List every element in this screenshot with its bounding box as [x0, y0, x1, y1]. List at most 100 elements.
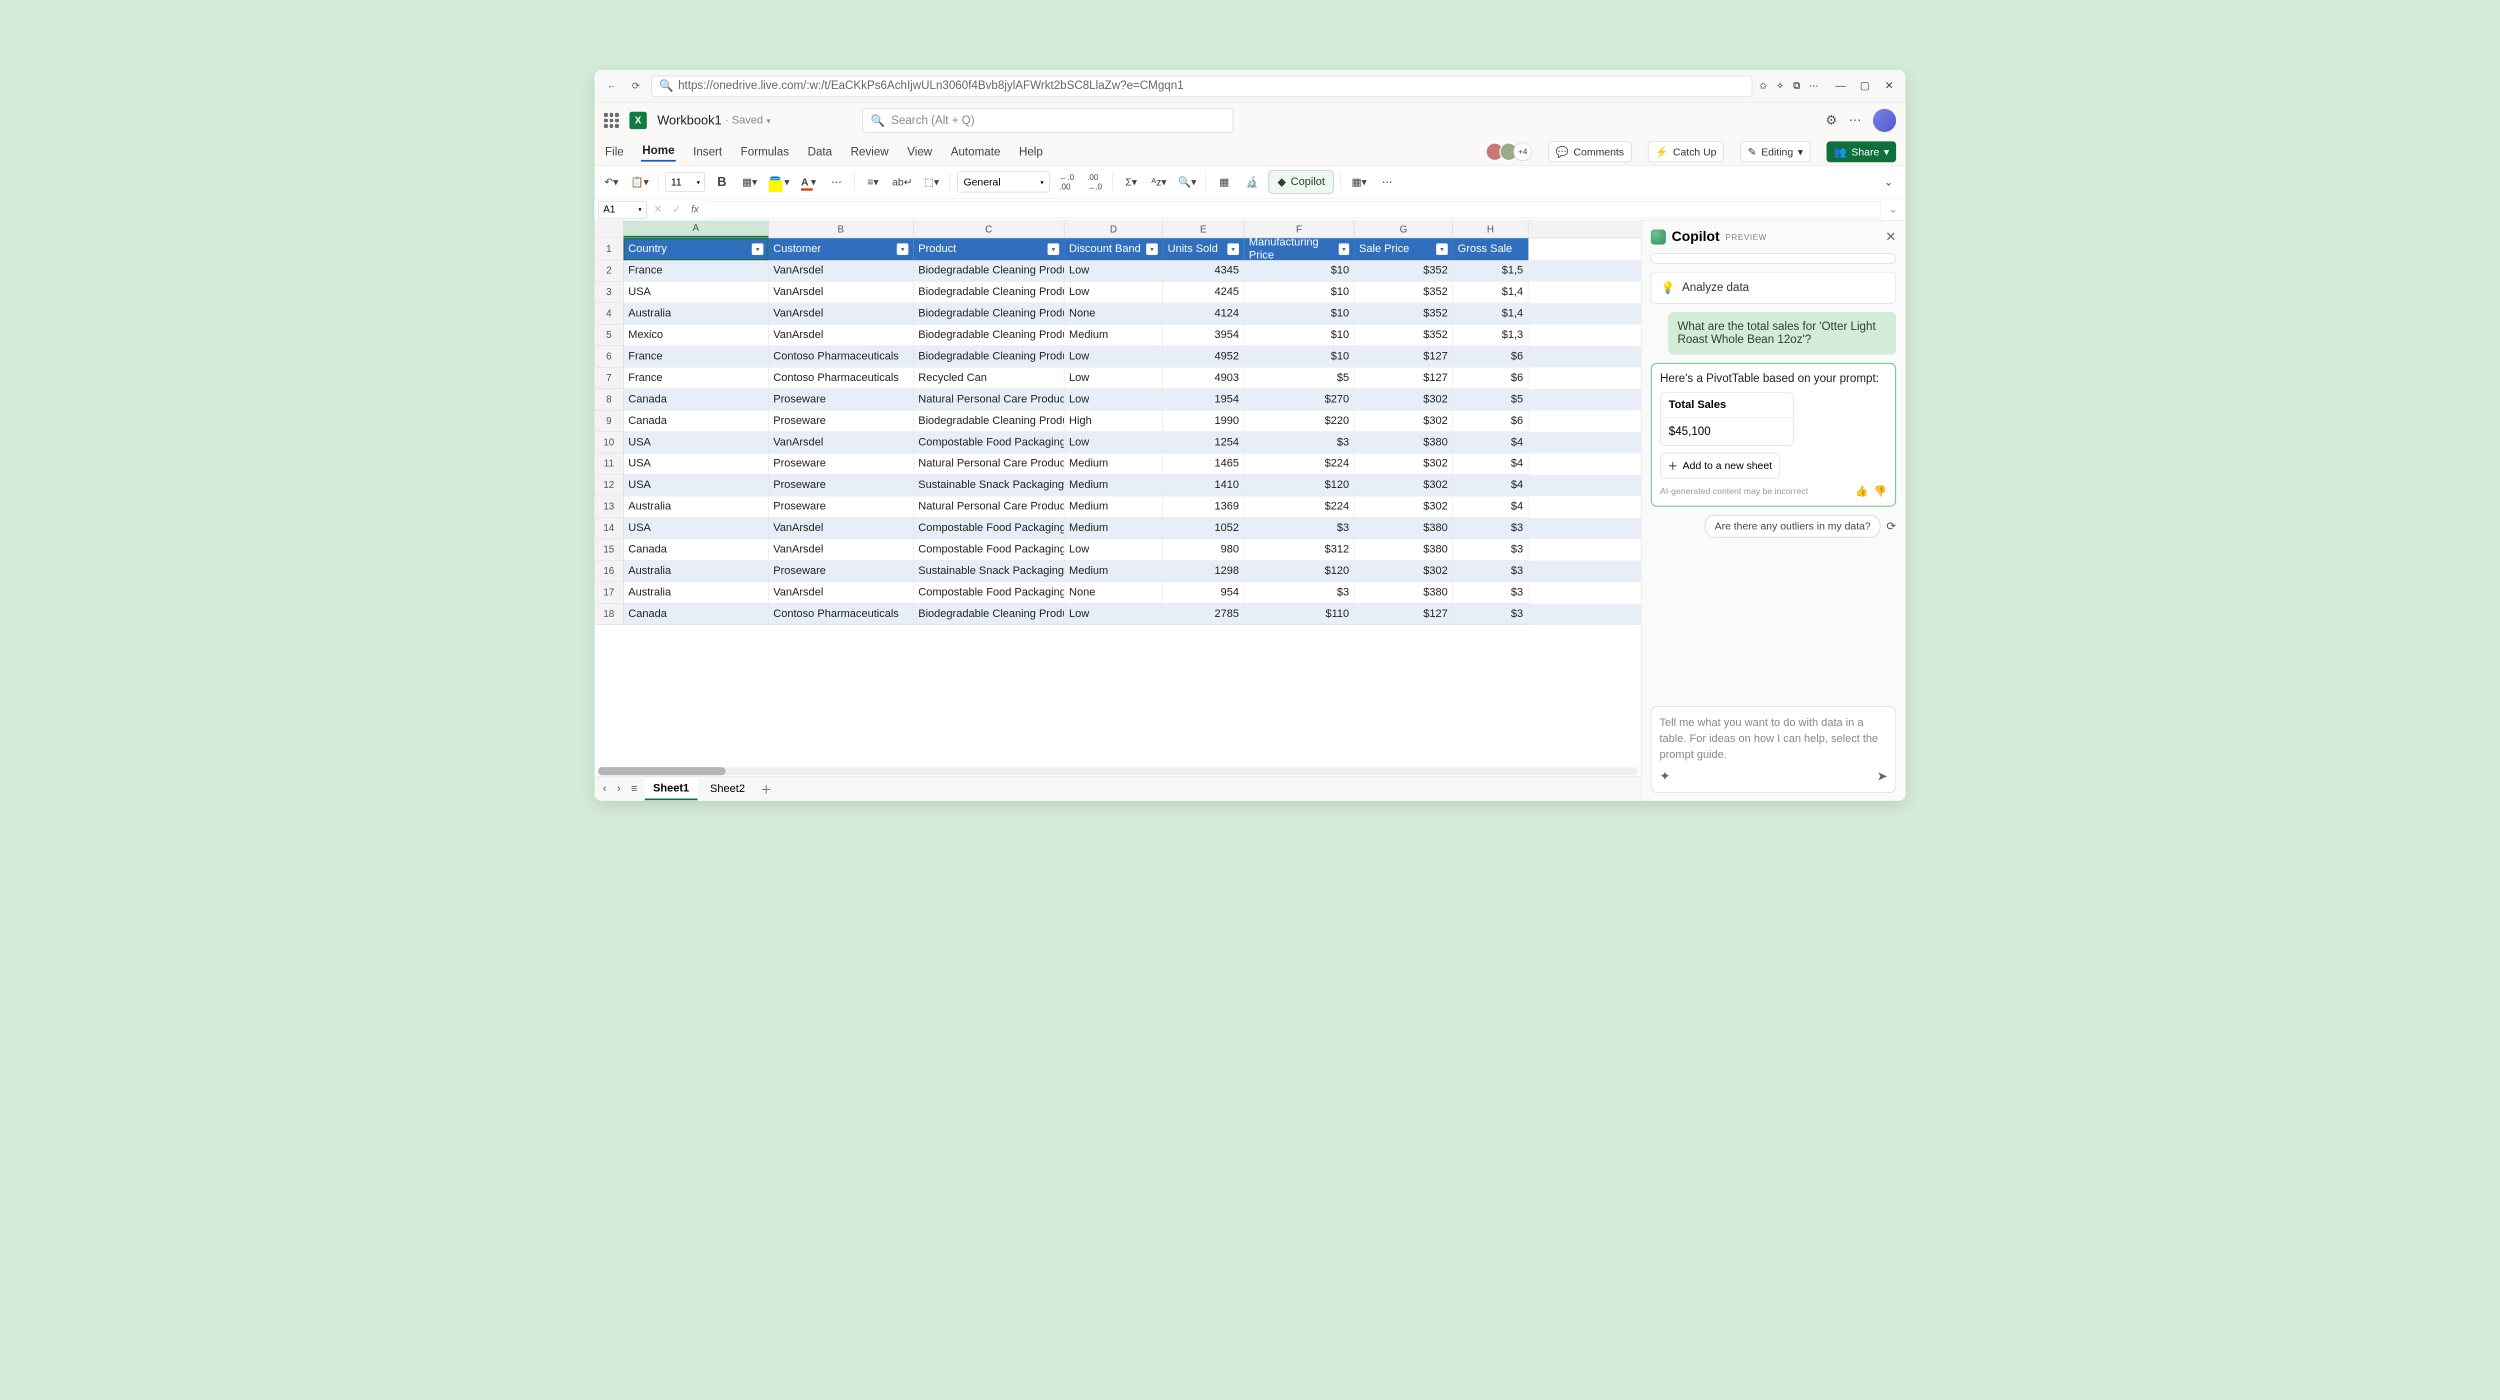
- app-launcher-icon[interactable]: [604, 113, 619, 128]
- cell[interactable]: 1369: [1163, 496, 1244, 517]
- cell[interactable]: Biodegradable Cleaning Products: [914, 325, 1065, 346]
- table-header-cell[interactable]: Product▾: [914, 238, 1065, 260]
- column-header[interactable]: A: [624, 221, 769, 238]
- table-header-cell[interactable]: Units Sold▾: [1163, 238, 1244, 260]
- column-header[interactable]: H: [1453, 221, 1528, 238]
- cell[interactable]: USA: [624, 282, 769, 303]
- comments-button[interactable]: 💬 Comments: [1548, 141, 1631, 162]
- cell[interactable]: $270: [1244, 389, 1354, 410]
- cell[interactable]: $10: [1244, 346, 1354, 367]
- cell[interactable]: $380: [1354, 432, 1453, 453]
- cell[interactable]: USA: [624, 518, 769, 539]
- cell[interactable]: 1052: [1163, 518, 1244, 539]
- bold-button[interactable]: B: [711, 171, 733, 193]
- table-header-cell[interactable]: Customer▾: [769, 238, 914, 260]
- back-icon[interactable]: ←: [603, 77, 620, 94]
- ribbon-tab-view[interactable]: View: [906, 143, 933, 161]
- cell[interactable]: VanArsdel: [769, 325, 914, 346]
- row-header[interactable]: 17: [595, 582, 624, 603]
- table-header-cell[interactable]: Sale Price▾: [1354, 238, 1453, 260]
- cell[interactable]: Biodegradable Cleaning Products: [914, 410, 1065, 431]
- find-button[interactable]: 🔍▾: [1176, 171, 1199, 193]
- cell[interactable]: $127: [1354, 368, 1453, 389]
- filter-icon[interactable]: ▾: [897, 243, 909, 255]
- search-input[interactable]: 🔍 Search (Alt + Q): [862, 108, 1233, 132]
- borders-button[interactable]: ▦▾: [739, 171, 761, 193]
- cell[interactable]: $302: [1354, 496, 1453, 517]
- row-header[interactable]: 7: [595, 368, 624, 389]
- analyze-data-button[interactable]: 💡 Analyze data: [1651, 272, 1896, 304]
- sheet-nav-prev-icon[interactable]: ‹: [599, 780, 610, 797]
- cell[interactable]: Low: [1064, 389, 1163, 410]
- cell[interactable]: Biodegradable Cleaning Products: [914, 346, 1065, 367]
- formula-expand-icon[interactable]: ⌄: [1884, 204, 1902, 216]
- fill-color-button[interactable]: 🪣▾: [767, 171, 792, 193]
- cell[interactable]: Proseware: [769, 389, 914, 410]
- cell[interactable]: $3: [1244, 582, 1354, 603]
- thumbs-down-icon[interactable]: 👎: [1874, 485, 1887, 497]
- cell[interactable]: $302: [1354, 389, 1453, 410]
- cell[interactable]: $120: [1244, 475, 1354, 496]
- name-box[interactable]: A1▾: [598, 201, 647, 218]
- cell[interactable]: High: [1064, 410, 1163, 431]
- cell[interactable]: Medium: [1064, 453, 1163, 474]
- cell[interactable]: Australia: [624, 496, 769, 517]
- table-button[interactable]: ▦: [1213, 171, 1235, 193]
- outlier-suggestion-chip[interactable]: Are there any outliers in my data?: [1705, 515, 1881, 538]
- formula-input[interactable]: [706, 201, 1881, 218]
- enter-formula-icon[interactable]: ✓: [669, 204, 684, 216]
- cell[interactable]: $352: [1354, 303, 1453, 324]
- cell[interactable]: Proseware: [769, 561, 914, 582]
- cell[interactable]: $10: [1244, 303, 1354, 324]
- more-font-icon[interactable]: ⋯: [825, 171, 847, 193]
- sort-filter-button[interactable]: ᴬz▾: [1148, 171, 1170, 193]
- cell[interactable]: Contoso Pharmaceuticals: [769, 604, 914, 625]
- copilot-close-icon[interactable]: ✕: [1885, 230, 1896, 245]
- collections-icon[interactable]: ⧉: [1793, 81, 1800, 91]
- cell[interactable]: Mexico: [624, 325, 769, 346]
- sheet-tab[interactable]: Sheet1: [644, 778, 698, 800]
- copilot-ribbon-button[interactable]: ◆ Copilot: [1269, 170, 1334, 193]
- column-header[interactable]: F: [1244, 221, 1354, 238]
- cell[interactable]: Natural Personal Care Products: [914, 496, 1065, 517]
- paste-button[interactable]: 📋▾: [628, 171, 651, 193]
- cell[interactable]: Proseware: [769, 410, 914, 431]
- cell[interactable]: Biodegradable Cleaning Products: [914, 260, 1065, 281]
- table-header-cell[interactable]: Country▾: [624, 238, 769, 260]
- cell[interactable]: Recycled Can: [914, 368, 1065, 389]
- cell[interactable]: VanArsdel: [769, 539, 914, 560]
- presence-more[interactable]: +4: [1514, 143, 1533, 162]
- cell[interactable]: Contoso Pharmaceuticals: [769, 346, 914, 367]
- cell[interactable]: $312: [1244, 539, 1354, 560]
- prompt-guide-icon[interactable]: ✦: [1659, 769, 1670, 784]
- cell[interactable]: $302: [1354, 410, 1453, 431]
- cell[interactable]: None: [1064, 303, 1163, 324]
- increase-decimal-button[interactable]: .00→.0: [1084, 171, 1106, 193]
- cell[interactable]: Australia: [624, 582, 769, 603]
- column-header[interactable]: D: [1064, 221, 1163, 238]
- cell[interactable]: Sustainable Snack Packaging: [914, 475, 1065, 496]
- row-header[interactable]: 16: [595, 561, 624, 582]
- cell[interactable]: $4: [1453, 496, 1528, 517]
- cell[interactable]: Australia: [624, 303, 769, 324]
- user-avatar[interactable]: [1873, 109, 1896, 132]
- fx-icon[interactable]: fx: [688, 204, 703, 216]
- cell[interactable]: $302: [1354, 475, 1453, 496]
- filter-icon[interactable]: ▾: [1146, 243, 1158, 255]
- cell[interactable]: USA: [624, 432, 769, 453]
- ribbon-more-icon[interactable]: ⋯: [1376, 171, 1398, 193]
- column-header[interactable]: E: [1163, 221, 1244, 238]
- cell[interactable]: France: [624, 260, 769, 281]
- cell[interactable]: $3: [1244, 432, 1354, 453]
- cell[interactable]: $3: [1244, 518, 1354, 539]
- cell[interactable]: $3: [1453, 539, 1528, 560]
- table-header-cell[interactable]: Gross Sale: [1453, 238, 1528, 260]
- filter-icon[interactable]: ▾: [1436, 243, 1448, 255]
- filter-icon[interactable]: ▾: [1339, 243, 1350, 255]
- sheet-list-icon[interactable]: ≡: [627, 780, 640, 797]
- share-button[interactable]: 👥 Share ▾: [1827, 141, 1896, 162]
- ribbon-tab-insert[interactable]: Insert: [692, 143, 723, 161]
- cell[interactable]: $352: [1354, 325, 1453, 346]
- cell[interactable]: 1465: [1163, 453, 1244, 474]
- cell[interactable]: Compostable Food Packaging: [914, 539, 1065, 560]
